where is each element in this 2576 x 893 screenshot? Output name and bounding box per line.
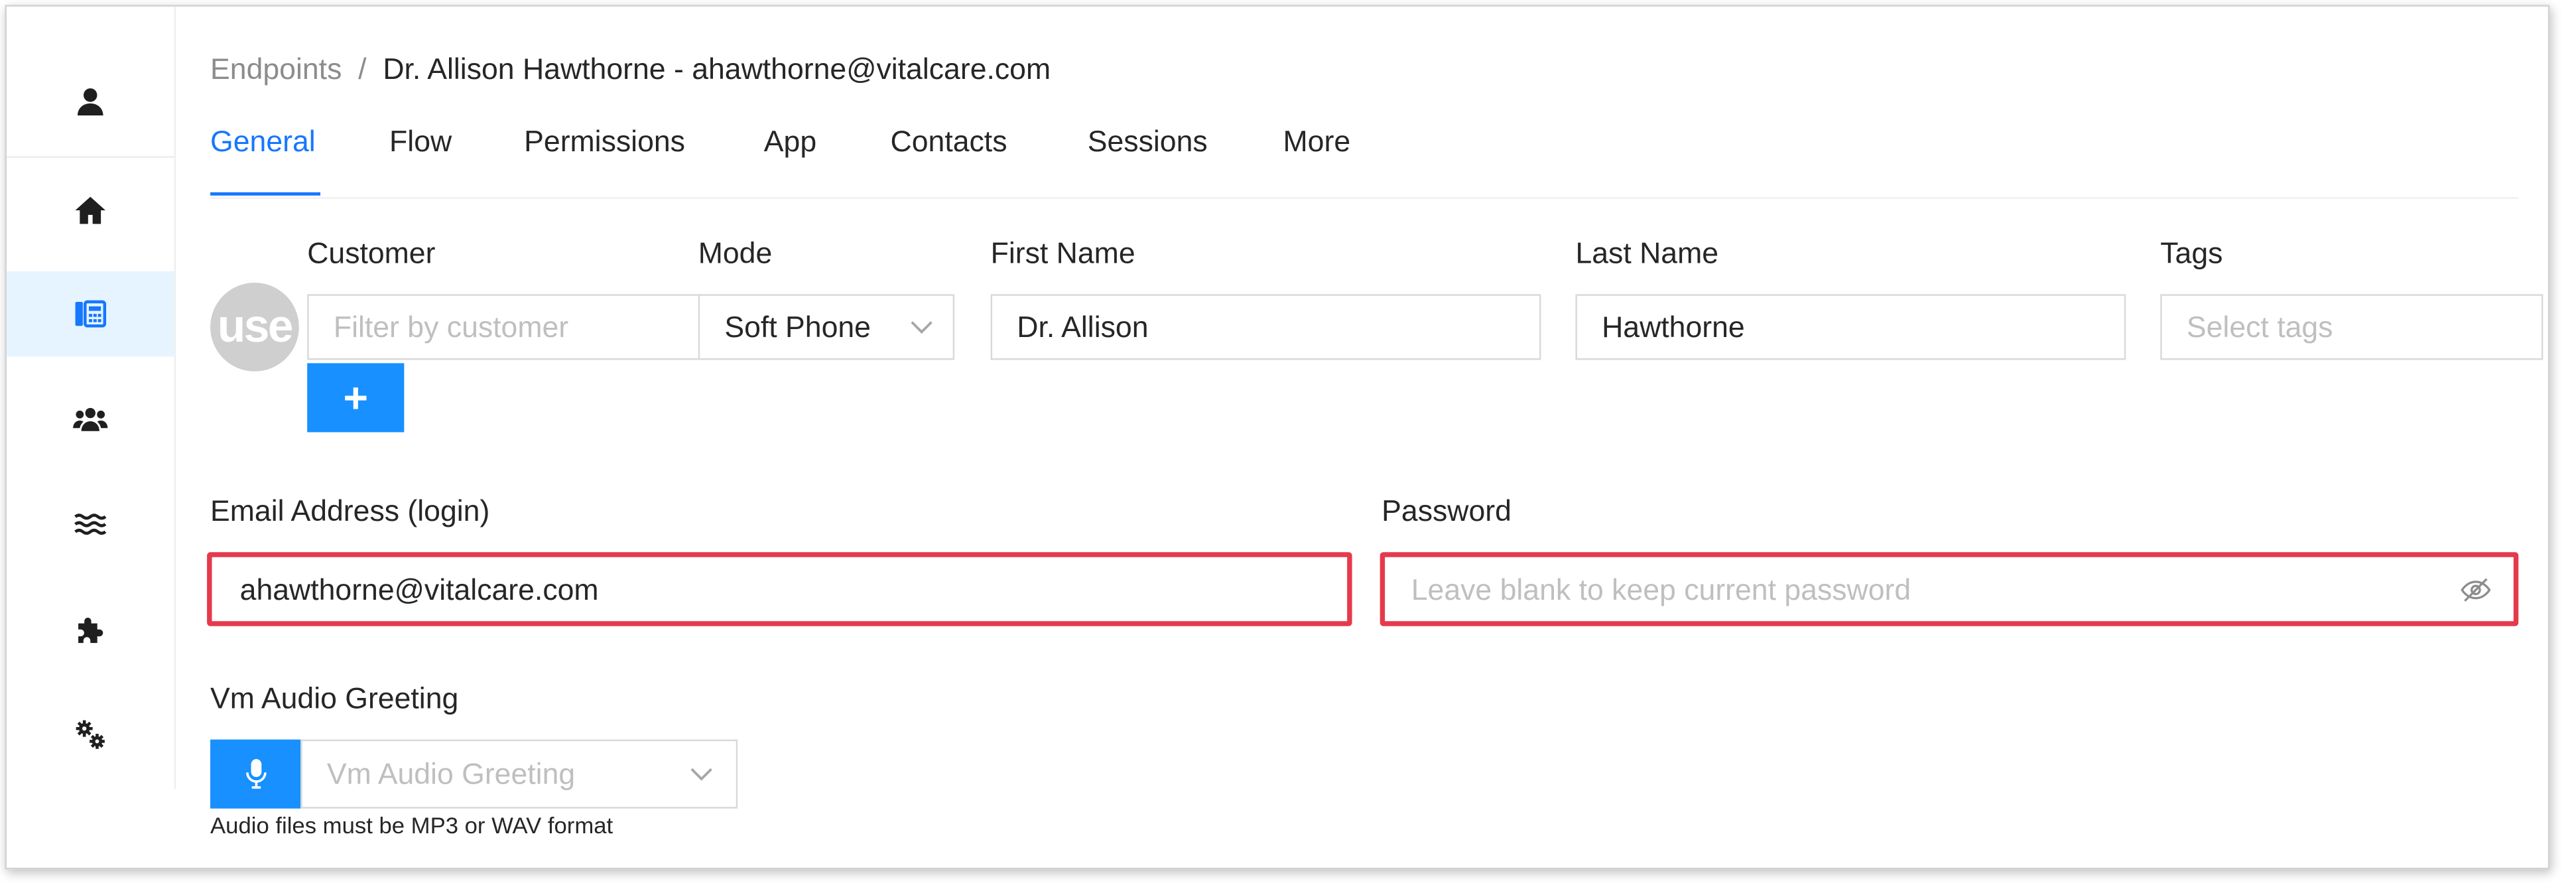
tab-more[interactable]: More <box>1283 125 1351 159</box>
chevron-down-icon <box>911 321 933 334</box>
breadcrumb-separator: / <box>358 52 367 86</box>
mode-select-value: Soft Phone <box>724 310 871 344</box>
tags-label: Tags <box>2160 236 2223 270</box>
tab-bar: General Flow Permissions App Contacts Se… <box>210 125 2519 199</box>
sidebar-item-home[interactable] <box>7 168 174 253</box>
sidebar-item-integrations[interactable] <box>7 586 174 672</box>
last-name-input[interactable]: Hawthorne <box>1575 294 2126 360</box>
breadcrumb: Endpoints / Dr. Allison Hawthorne - ahawth… <box>210 52 1051 87</box>
app-window: Endpoints / Dr. Allison Hawthorne - ahawth… <box>5 5 2550 870</box>
vm-greeting-label: Vm Audio Greeting <box>210 681 459 715</box>
customer-label: Customer <box>307 236 436 270</box>
sidebar <box>6 6 176 789</box>
tab-flow[interactable]: Flow <box>389 125 452 159</box>
email-label: Email Address (login) <box>210 494 490 528</box>
add-customer-button[interactable]: + <box>307 363 405 433</box>
mode-label: Mode <box>698 236 773 270</box>
sidebar-item-users[interactable] <box>7 376 174 462</box>
first-name-input[interactable]: Dr. Allison <box>990 294 1541 360</box>
settings-gears-icon <box>76 720 105 749</box>
users-group-icon <box>73 407 108 431</box>
sidebar-divider <box>6 156 174 158</box>
tags-select[interactable]: Select tags <box>2160 294 2544 360</box>
vm-greeting-select[interactable]: Vm Audio Greeting <box>300 739 738 809</box>
sidebar-item-endpoints[interactable] <box>6 271 174 357</box>
first-name-label: First Name <box>990 236 1135 270</box>
breadcrumb-endpoints-link[interactable]: Endpoints <box>210 52 342 86</box>
sidebar-item-settings[interactable] <box>7 692 174 778</box>
avatar: use <box>210 283 299 372</box>
vm-greeting-placeholder: Vm Audio Greeting <box>326 757 576 791</box>
audio-format-hint: Audio files must be MP3 or WAV format <box>210 811 613 839</box>
password-label: Password <box>1382 494 1512 528</box>
password-highlight-box <box>1380 552 2519 626</box>
tab-contacts[interactable]: Contacts <box>891 125 1007 159</box>
last-name-label: Last Name <box>1575 236 1719 270</box>
tab-permissions[interactable]: Permissions <box>524 125 685 159</box>
customer-filter-input[interactable]: Filter by customer <box>307 294 702 360</box>
sidebar-item-flows[interactable] <box>7 482 174 567</box>
puzzle-icon <box>78 617 103 644</box>
chevron-down-icon <box>690 768 712 781</box>
record-audio-button[interactable] <box>210 739 301 809</box>
user-icon <box>77 88 103 116</box>
microphone-icon <box>245 759 266 789</box>
breadcrumb-current: Dr. Allison Hawthorne - ahawthorne@vital… <box>383 52 1051 86</box>
tab-general[interactable]: General <box>210 125 316 159</box>
mode-select[interactable]: Soft Phone <box>698 294 955 360</box>
flow-waves-icon <box>74 514 107 535</box>
home-icon <box>75 196 105 224</box>
tab-sessions[interactable]: Sessions <box>1088 125 1208 159</box>
tab-app[interactable]: App <box>764 125 816 159</box>
endpoints-icon <box>75 300 107 328</box>
active-tab-indicator <box>210 192 321 196</box>
sidebar-item-profile[interactable] <box>7 59 174 145</box>
email-highlight-box <box>207 552 1352 626</box>
